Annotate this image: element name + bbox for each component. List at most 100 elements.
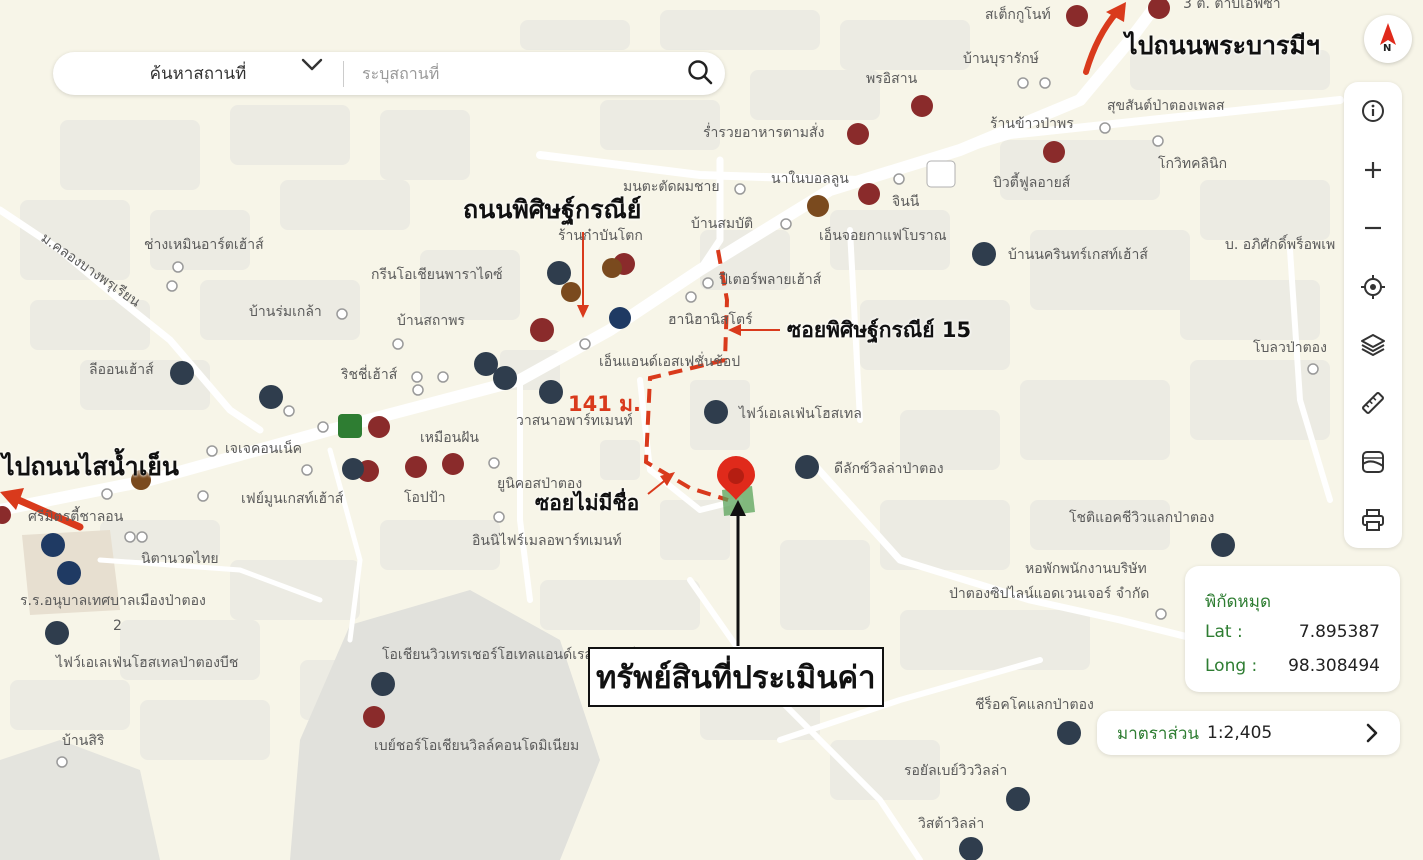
zoom-out-button[interactable]: [1344, 203, 1402, 253]
poi-label: กรีนโอเชียนพาราไดซ์: [371, 266, 503, 283]
hotel-icon: [1006, 787, 1030, 811]
crosshair-icon: [1361, 275, 1385, 299]
ruler-icon: [1362, 392, 1384, 414]
poi-label: ไฟว์เอเลเฟ่นโฮสเทลป่าตองบีช: [55, 654, 238, 671]
poi-label: ร่ำรวยอาหารตามสั่ง: [703, 123, 824, 141]
restaurant-icon: [911, 95, 933, 117]
poi-label: เบย์ชอร์โอเชียนวิลล์คอนโดมิเนียม: [374, 737, 579, 754]
locate-button[interactable]: [1344, 262, 1402, 312]
hotel-icon: [972, 242, 996, 266]
poi-label: รอยัลเบย์วิววิลล่า: [904, 762, 1007, 779]
bank-icon[interactable]: [609, 307, 631, 329]
search-input[interactable]: [344, 63, 675, 84]
hotel-icon: [959, 837, 983, 860]
poi-label: บ. อภิศักดิ์พร็อพเพ: [1225, 234, 1335, 253]
poi-label: เจเจคอนเน็ค: [225, 439, 302, 457]
road-main-label: ถนนพิศิษฐ์กรณีย์: [463, 195, 642, 224]
chevron-right-icon: [1366, 723, 1378, 743]
printer-icon: [1362, 509, 1384, 531]
scale-label: มาตราส่วน: [1117, 723, 1200, 744]
hotel-icon: [170, 361, 194, 385]
minus-icon: [1365, 226, 1381, 230]
poi-label: 2: [113, 618, 122, 634]
restaurant-icon: [1043, 141, 1065, 163]
layers-icon: [1361, 334, 1385, 356]
poi-label: ป่าตองซิปไลน์แอดเวนเจอร์ จำกัด: [949, 585, 1149, 602]
poi-label: ศรีมิตรตี้ชาลอน: [28, 506, 124, 525]
hotel-icon: [1211, 533, 1235, 557]
poi-label: ลีออนเฮ้าส์: [89, 361, 154, 378]
layers-button[interactable]: [1344, 320, 1402, 370]
poi-label: พรอิสาน: [866, 71, 918, 87]
poi-label: ช่างเหมินอาร์ตเฮ้าส์: [144, 236, 264, 253]
direction-phra-barami-label: ไปถนนพระบารมีฯ: [1125, 31, 1320, 60]
restaurant-icon: [847, 123, 869, 145]
school-icon: [41, 533, 65, 557]
hotel-icon: [547, 261, 571, 285]
poi-label: สเต็กกูโนท์: [985, 5, 1051, 23]
poi-label: เฟย์มูนเกสท์เฮ้าส์: [241, 490, 344, 507]
lat-value: 7.895387: [1298, 622, 1380, 642]
scale-value: 1:2,405: [1207, 723, 1273, 743]
chevron-down-icon: [301, 57, 323, 77]
restaurant-icon: [368, 416, 390, 438]
measure-button[interactable]: [1344, 378, 1402, 428]
poi-label: วิสต้าวิลล่า: [918, 816, 984, 832]
map-style-button[interactable]: [1344, 437, 1402, 487]
poi-label: ไฟว์เอเลเฟ่นโฮสเทล: [738, 405, 862, 422]
poi-label: อินนิไฟร์เมลอพาร์ทเมนท์: [472, 532, 622, 549]
soi-15-label: ซอยพิศิษฐ์กรณีย์ 15: [787, 318, 972, 342]
long-value: 98.308494: [1288, 656, 1380, 676]
plus-icon: [1365, 162, 1381, 178]
hotel-icon: [539, 380, 563, 404]
bank-kbank-icon[interactable]: [926, 160, 956, 188]
store-711-icon[interactable]: [338, 414, 362, 438]
hotel-icon: [371, 672, 395, 696]
restaurant-icon: [530, 318, 554, 342]
print-button[interactable]: [1344, 495, 1402, 545]
map-toolbar: [1344, 82, 1402, 548]
restaurant-icon: [442, 453, 464, 475]
poi-label: จินนี: [892, 194, 920, 210]
coordinate-panel: พิกัดหมุด Lat : 7.895387 Long : 98.30849…: [1185, 566, 1400, 692]
poi-label: เหมือนฝัน: [420, 430, 479, 446]
search-icon: [687, 59, 713, 89]
hotel-icon: [45, 621, 69, 645]
search-button[interactable]: [675, 52, 725, 95]
scale-expand-button[interactable]: [1358, 719, 1386, 747]
restaurant-icon: [858, 183, 880, 205]
compass-button[interactable]: N: [1364, 15, 1412, 63]
poi-label: ปีเตอร์พลายเฮ้าส์: [719, 271, 822, 288]
poi-label: ริชชี่เฮ้าส์: [341, 365, 398, 383]
hotel-icon: [342, 458, 364, 480]
cafe-icon: [602, 258, 622, 278]
zoom-in-button[interactable]: [1344, 145, 1402, 195]
hotel-icon: [1057, 721, 1081, 745]
search-category-dropdown[interactable]: ค้นหาสถานที่: [53, 57, 343, 87]
map-style-icon: [1362, 451, 1384, 473]
poi-label: บ้านร่มเกล้า: [249, 304, 322, 320]
poi-label: บ้านสิริ: [62, 733, 105, 749]
hotel-icon: [704, 400, 728, 424]
poi-label: บิวตี้ฟูลอายส์: [993, 172, 1071, 191]
poi-label: บ้านนครินทร์เกสท์เฮ้าส์: [1008, 246, 1148, 263]
poi-label: ฮานิฮานิสโตร์: [668, 311, 753, 328]
soi-unnamed-label: ซอยไม่มีชื่อ: [535, 491, 640, 515]
scale-panel: มาตราส่วน 1:2,405: [1097, 711, 1400, 755]
property-label: ทรัพย์สินที่ประเมินค่า: [588, 647, 884, 707]
cafe-icon: [561, 282, 581, 302]
poi-label: โชติแอคชีวิวแลกป่าตอง: [1069, 509, 1214, 526]
info-button[interactable]: [1344, 86, 1402, 136]
poi-label: หอพักพนักงานบริษัท: [1025, 561, 1147, 577]
poi-label: ร.ร.อนุบาลเทศบาลเมืองป่าตอง: [20, 593, 206, 609]
poi-label: โกวิทคลินิก: [1158, 155, 1227, 172]
search-bar: ค้นหาสถานที่: [53, 52, 725, 95]
poi-label: นิตานวดไทย: [141, 550, 219, 567]
poi-label: เอ็นแอนด์เอสเฟชั่นช้อป: [599, 352, 740, 370]
hotel-icon: [493, 366, 517, 390]
poi-label: สุขสันต์ป่าตองเพลส: [1107, 97, 1225, 114]
poi-label: โบลวป่าตอง: [1253, 339, 1327, 356]
poi-label: บ้านบุรารักษ์: [963, 50, 1039, 67]
poi-label: เอ็นจอยกาแฟโบราณ: [819, 226, 947, 244]
hotel-icon: [795, 455, 819, 479]
